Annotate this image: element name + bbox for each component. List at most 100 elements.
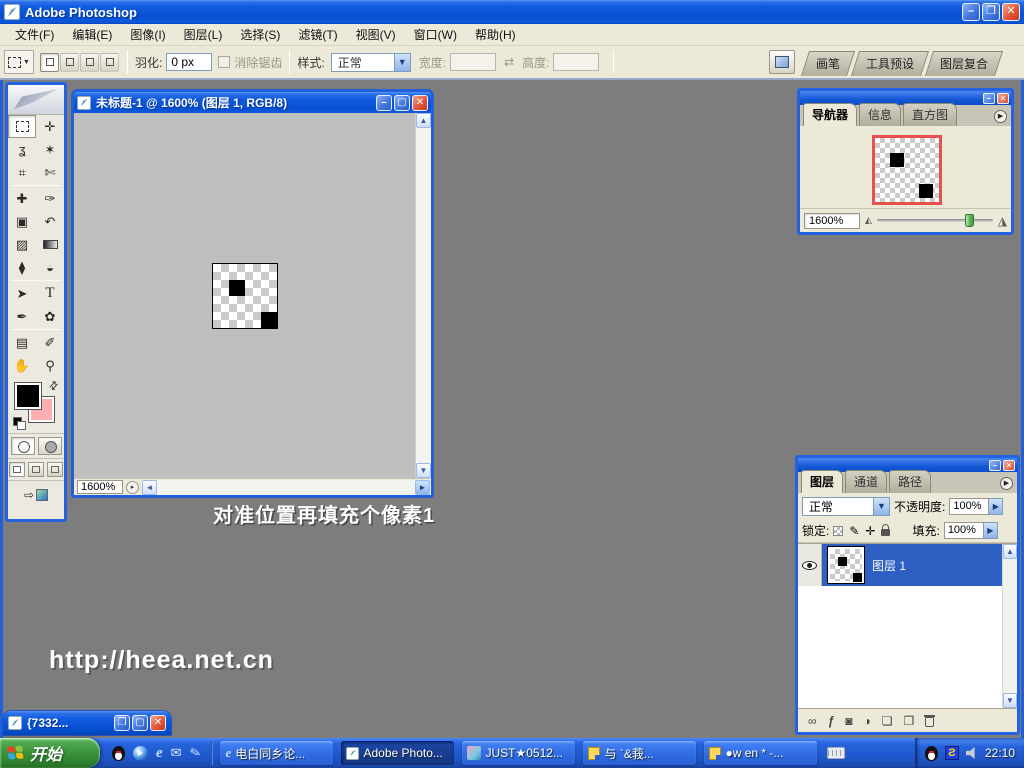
start-button[interactable]: 开始 xyxy=(0,738,100,768)
menu-window[interactable]: 窗口(W) xyxy=(405,24,466,45)
task-button-notepad-2[interactable]: ●w en * -... xyxy=(704,741,817,765)
scroll-up-icon[interactable]: ▲ xyxy=(416,113,431,128)
zoom-input[interactable]: 1600% xyxy=(77,480,123,494)
panel-minimize-button[interactable]: – xyxy=(983,93,995,104)
task-button-notepad-1[interactable]: 与 `&莪... xyxy=(583,741,696,765)
zoom-out-icon[interactable]: ◭ xyxy=(865,215,872,226)
dodge-tool[interactable]: ◒ xyxy=(36,256,64,279)
rect-marquee-tool[interactable] xyxy=(8,115,36,138)
clone-stamp-tool[interactable]: ▣ xyxy=(8,210,36,233)
zoom-in-icon[interactable]: ◮ xyxy=(998,214,1007,228)
magic-wand-tool[interactable]: ✶ xyxy=(36,138,64,161)
canvas-image[interactable] xyxy=(212,263,278,329)
maximize-button[interactable]: ▢ xyxy=(132,715,148,731)
custom-shape-tool[interactable]: ✿ xyxy=(36,305,64,328)
lock-position-icon[interactable]: ✛ xyxy=(865,524,875,538)
volume-icon[interactable] xyxy=(966,747,978,759)
spin-arrow-icon[interactable]: ▶ xyxy=(989,498,1003,515)
standard-mode-button[interactable] xyxy=(11,437,35,455)
layer-row-selected[interactable]: 图层 1 xyxy=(798,544,1002,586)
qq-tray-icon[interactable] xyxy=(925,746,938,761)
menu-select[interactable]: 选择(S) xyxy=(231,24,289,45)
zoom-tool[interactable]: ⚲ xyxy=(36,354,64,377)
panel-menu-icon[interactable]: ▶ xyxy=(1000,477,1013,490)
notes-tool[interactable]: ▤ xyxy=(8,331,36,354)
menu-edit[interactable]: 编辑(E) xyxy=(63,24,121,45)
tab-info[interactable]: 信息 xyxy=(859,103,901,126)
tab-navigator[interactable]: 导航器 xyxy=(803,103,857,126)
menu-help[interactable]: 帮助(H) xyxy=(466,24,525,45)
panel-minimize-button[interactable]: – xyxy=(989,460,1001,471)
foreground-color-swatch[interactable] xyxy=(15,383,41,409)
jump-to-imageready-button[interactable]: ⇨ xyxy=(14,485,58,505)
scroll-up-icon[interactable]: ▲ xyxy=(1003,544,1017,559)
height-input[interactable] xyxy=(553,53,599,71)
standard-screen-button[interactable] xyxy=(9,462,25,477)
internet-explorer-icon[interactable]: e xyxy=(156,745,163,762)
fullscreen-menubar-button[interactable] xyxy=(28,462,44,477)
lock-all-icon[interactable] xyxy=(881,529,890,536)
link-layers-icon[interactable]: ∞ xyxy=(808,714,817,728)
opacity-control[interactable]: 100% ▶ xyxy=(949,498,1003,515)
lasso-tool[interactable]: ʓ xyxy=(8,138,36,161)
tab-channels[interactable]: 通道 xyxy=(845,470,887,493)
layer-style-icon[interactable]: ƒ xyxy=(828,714,835,728)
lock-image-icon[interactable]: ✎ xyxy=(849,524,859,538)
tab-tool-presets[interactable]: 工具预设 xyxy=(851,51,929,76)
tab-brushes[interactable]: 画笔 xyxy=(801,51,855,76)
brush-tool[interactable]: ✑ xyxy=(36,187,64,210)
scroll-down-icon[interactable]: ▼ xyxy=(416,463,431,478)
tab-paths[interactable]: 路径 xyxy=(889,470,931,493)
doc-minimize-button[interactable]: – xyxy=(376,95,392,111)
blend-mode-select[interactable]: 正常 ▼ xyxy=(802,497,890,516)
navigator-zoom-input[interactable]: 1600% xyxy=(804,213,860,229)
new-layer-icon[interactable]: ❐ xyxy=(904,714,915,728)
doc-maximize-button[interactable]: ▢ xyxy=(394,95,410,111)
eraser-tool[interactable]: ▨ xyxy=(8,233,36,256)
document-titlebar[interactable]: 未标题-1 @ 1600% (图层 1, RGB/8) – ▢ ✕ xyxy=(74,92,431,113)
new-group-icon[interactable]: ❏ xyxy=(882,714,893,728)
tab-layers[interactable]: 图层 xyxy=(801,470,843,493)
pen-icon[interactable]: ✎ xyxy=(188,744,203,762)
zoom-slider[interactable] xyxy=(877,219,993,222)
layer-mask-icon[interactable]: ◙ xyxy=(845,714,852,728)
zoom-slider-thumb[interactable] xyxy=(965,214,974,227)
task-button-ie[interactable]: e 电白同乡论... xyxy=(220,741,333,765)
layers-scrollbar[interactable]: ▲ ▼ xyxy=(1002,544,1017,708)
canvas-area[interactable]: ▲ ▼ 1600% ▸ ◄ ► xyxy=(74,113,431,495)
history-brush-tool[interactable]: ↶ xyxy=(36,210,64,233)
feather-logo-icon[interactable] xyxy=(8,85,64,115)
navigator-thumbnail[interactable] xyxy=(872,135,942,205)
hand-tool[interactable]: ✋ xyxy=(8,354,36,377)
crop-tool[interactable]: ⌗ xyxy=(8,161,36,184)
adjustment-layer-icon[interactable]: ◑ xyxy=(864,714,871,728)
tab-layer-comps[interactable]: 图层复合 xyxy=(925,51,1003,76)
doc-close-button[interactable]: ✕ xyxy=(412,95,428,111)
lock-transparency-icon[interactable] xyxy=(833,526,843,536)
selection-mode-subtract[interactable] xyxy=(80,53,99,72)
antialias-checkbox[interactable] xyxy=(218,56,230,68)
outlook-express-icon[interactable]: ✉ xyxy=(171,745,182,761)
style-select[interactable]: 正常 ▼ xyxy=(331,53,411,72)
download-tool-tray-icon[interactable]: Ƨ xyxy=(945,746,959,760)
task-button-photoshop[interactable]: Adobe Photo... xyxy=(341,741,454,765)
horizontal-scrollbar[interactable]: ◄ ► xyxy=(142,480,430,495)
scroll-right-icon[interactable]: ► xyxy=(415,480,430,495)
tab-histogram[interactable]: 直方图 xyxy=(903,103,957,126)
qq-icon[interactable] xyxy=(112,746,125,761)
gradient-tool[interactable] xyxy=(36,233,64,256)
menu-view[interactable]: 视图(V) xyxy=(347,24,405,45)
move-tool[interactable]: ✛ xyxy=(36,115,64,138)
panel-close-button[interactable]: ✕ xyxy=(1003,460,1015,471)
restore-button[interactable]: ❐ xyxy=(982,3,1000,21)
scroll-down-icon[interactable]: ▼ xyxy=(1003,693,1017,708)
menu-file[interactable]: 文件(F) xyxy=(6,24,63,45)
quick-mask-button[interactable] xyxy=(38,437,62,455)
minimize-button[interactable]: – xyxy=(962,3,980,21)
close-button[interactable]: ✕ xyxy=(150,715,166,731)
panel-menu-icon[interactable]: ▶ xyxy=(994,110,1007,123)
spin-arrow-icon[interactable]: ▶ xyxy=(984,522,998,539)
selection-mode-add[interactable] xyxy=(60,53,79,72)
pen-tool[interactable]: ✒ xyxy=(8,305,36,328)
path-selection-tool[interactable]: ➤ xyxy=(8,282,36,305)
